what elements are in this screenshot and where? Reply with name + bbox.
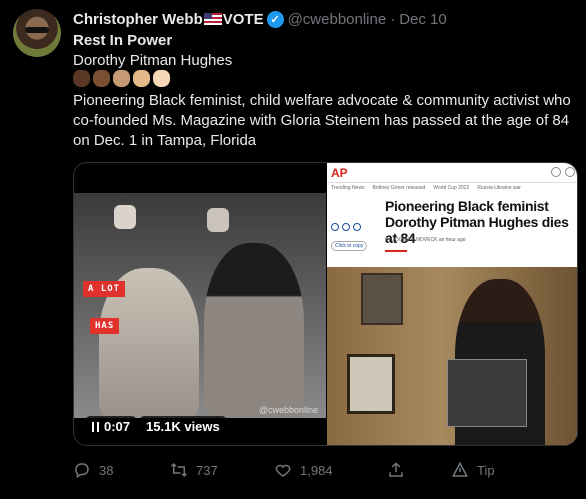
raised-fist-dark-icon	[73, 70, 90, 87]
meta-separator: ·	[390, 10, 396, 28]
raised-fist-light-icon	[153, 70, 170, 87]
raised-fist-emojis	[73, 70, 170, 87]
view-count-pill: 15.1K views	[140, 416, 226, 437]
copy-link-button: Click to copy	[331, 241, 368, 251]
ap-nav: Trending News Brittney Griner released W…	[327, 185, 577, 191]
magazine-photo	[447, 359, 527, 427]
tweet-text-paragraph: Pioneering Black feminist, child welfare…	[73, 92, 571, 149]
search-icon	[551, 167, 561, 177]
ap-nav-item: Brittney Griner released	[372, 185, 426, 191]
reply-count: 38	[99, 462, 114, 478]
byline-author: By JOCELYN NOVECK	[385, 237, 438, 243]
menu-icon	[565, 167, 575, 177]
video-watermark: @cwebbonline	[258, 405, 318, 415]
ap-nav-item: World Cup 2022	[433, 185, 470, 191]
avatar[interactable]	[13, 9, 61, 57]
video-caption-tag: HAS	[90, 318, 120, 334]
author-handle[interactable]: @cwebbonline	[288, 11, 387, 28]
ap-top-bar: AP	[327, 163, 577, 183]
share-icons	[331, 223, 361, 231]
view-count: 15.1K views	[146, 419, 220, 434]
like-count: 1,984	[300, 462, 333, 478]
playback-time-pill[interactable]: 0:07	[86, 416, 137, 437]
raised-fist-right	[207, 208, 229, 232]
headline-accent-bar	[385, 250, 407, 252]
media-grid: A LOT HAS @cwebbonline 0:07 15.1K views …	[73, 162, 578, 446]
us-flag-icon	[203, 13, 222, 25]
tweet-actions: 38 737 1,984 Tip	[73, 461, 578, 481]
article-byline: By JOCELYN NOVECK an hour ago	[385, 237, 466, 243]
video-player[interactable]: A LOT HAS @cwebbonline 0:07 15.1K views	[74, 163, 326, 445]
heart-icon	[275, 464, 291, 477]
tweet-date[interactable]: Dec 10	[399, 11, 447, 28]
tweet-text-line-1: Rest In Power	[73, 32, 173, 49]
like-button[interactable]: 1,984	[274, 461, 333, 479]
share-button[interactable]	[387, 461, 405, 479]
verified-badge-icon: ✓	[266, 10, 284, 28]
video-frame	[74, 193, 326, 418]
email-icon	[353, 223, 361, 231]
tip-label: Tip	[477, 462, 495, 478]
article-photo: ›	[327, 267, 577, 445]
raised-fist-medium-light-icon	[133, 70, 150, 87]
wall-portrait-bottom	[347, 354, 395, 414]
retweet-icon	[170, 462, 188, 478]
raised-fist-medium-icon	[113, 70, 130, 87]
avatar-glasses	[25, 27, 49, 33]
wall-portrait-top	[361, 273, 403, 325]
ap-nav-item: Trending News	[331, 185, 365, 191]
share-icon	[389, 462, 403, 477]
retweet-count: 737	[196, 462, 218, 478]
pause-icon[interactable]	[92, 421, 99, 432]
reply-button[interactable]: 38	[73, 461, 113, 479]
reply-icon	[75, 463, 89, 479]
ap-logo: AP	[331, 166, 348, 180]
retweet-button[interactable]: 737	[170, 461, 218, 479]
raised-fist-left	[114, 205, 136, 229]
video-caption-tag: A LOT	[83, 281, 126, 297]
playback-time: 0:07	[104, 419, 131, 434]
byline-time: an hour ago	[438, 237, 466, 243]
video-controls: 0:07 15.1K views	[86, 416, 226, 437]
twitter-icon	[342, 223, 350, 231]
tweet-header: Christopher Webb VOTE ✓ @cwebbonline · D…	[73, 10, 447, 28]
article-screenshot[interactable]: AP Trending News Brittney Griner release…	[327, 163, 577, 445]
facebook-icon	[331, 223, 339, 231]
raised-fist-medium-dark-icon	[93, 70, 110, 87]
tweet-text-line-2: Dorothy Pitman Hughes	[73, 52, 233, 69]
tip-button[interactable]: Tip	[451, 461, 495, 479]
woman-right-figure	[204, 243, 304, 418]
ap-nav-item: Russia-Ukraine war	[477, 185, 521, 191]
author-name-suffix[interactable]: VOTE	[223, 11, 264, 28]
author-name[interactable]: Christopher Webb	[73, 11, 203, 28]
tip-icon	[452, 461, 468, 477]
